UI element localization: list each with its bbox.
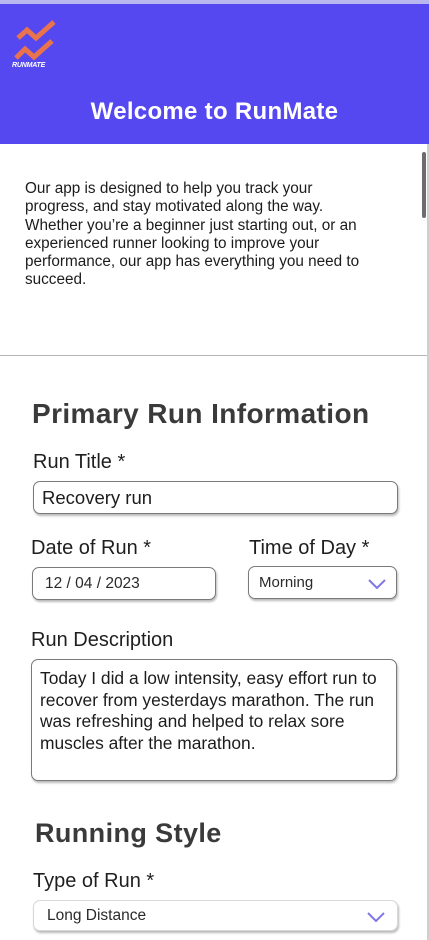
section-title-running-style: Running Style: [35, 818, 222, 848]
type-of-run-value: Long Distance: [47, 907, 147, 924]
run-title-label: Run Title *: [33, 451, 126, 473]
run-title-input[interactable]: Recovery run: [33, 481, 398, 514]
run-title-value: Recovery run: [42, 487, 153, 508]
time-of-day-label: Time of Day *: [249, 537, 370, 559]
chevron-down-icon: [367, 912, 385, 922]
page-title: Welcome to RunMate: [90, 98, 339, 125]
date-value: 12 / 04 / 2023: [45, 575, 140, 592]
chevron-down-icon: [368, 579, 386, 589]
type-of-run-label: Type of Run *: [33, 870, 155, 892]
date-input[interactable]: 12 / 04 / 2023: [32, 567, 216, 600]
time-of-day-value: Morning: [259, 574, 314, 591]
time-of-day-select[interactable]: Morning: [248, 566, 397, 599]
section-title-primary: Primary Run Information: [32, 398, 370, 429]
scrollbar-thumb[interactable]: [422, 152, 426, 218]
app-header: RUNMATE Welcome to RunMate: [0, 4, 429, 144]
intro-panel: Our app is designed to help you track yo…: [0, 144, 427, 356]
run-description-label: Run Description: [31, 629, 174, 651]
intro-text: Our app is designed to help you track yo…: [25, 180, 360, 289]
date-label: Date of Run *: [31, 537, 152, 559]
logo-wordmark: RUNMATE: [12, 62, 46, 69]
run-description-textarea[interactable]: Today I did a low intensity, easy effort…: [31, 659, 397, 781]
type-of-run-select[interactable]: Long Distance: [33, 900, 398, 931]
